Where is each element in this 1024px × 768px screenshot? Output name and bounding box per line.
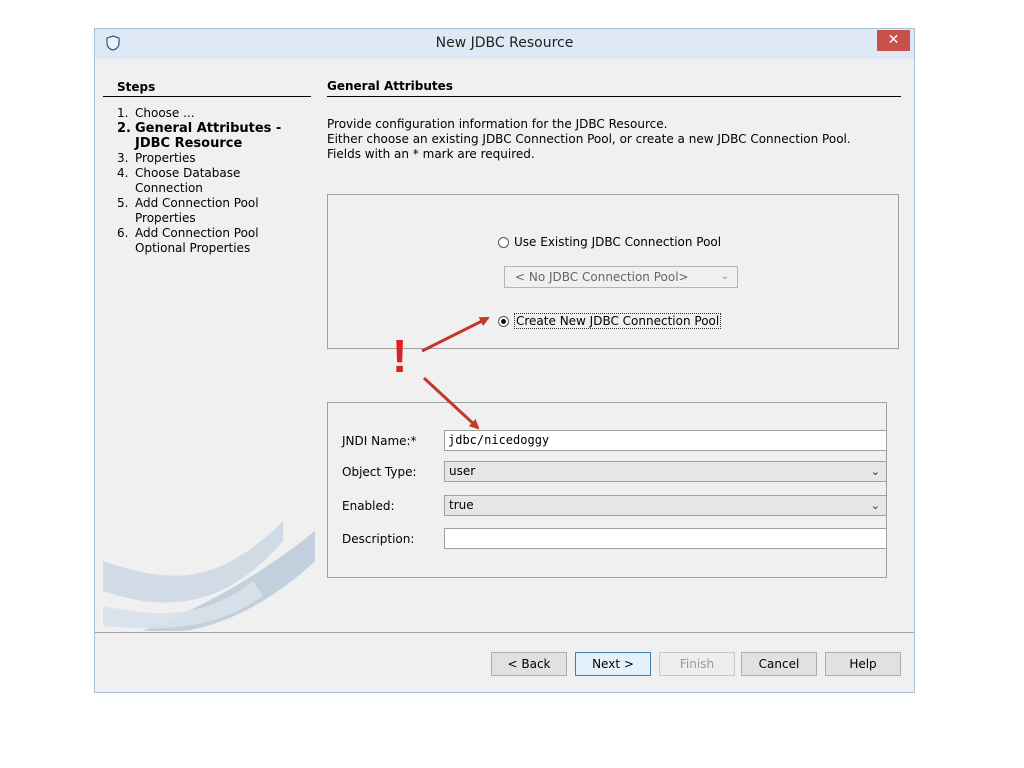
jndi-name-label: JNDI Name:* [342, 434, 417, 448]
radio-checked-icon [498, 315, 509, 327]
object-type-select[interactable]: user ⌄ [444, 461, 887, 482]
steps-pane: Steps 1. Choose ... 2. General Attributes … [103, 65, 315, 631]
step-item: 5. Add Connection Pool Properties [117, 196, 259, 225]
jndi-name-input[interactable]: jdbc/nicedoggy [444, 430, 887, 451]
create-new-pool-radio[interactable]: Create New JDBC Connection Pool [498, 313, 722, 329]
wizard-decoration [103, 521, 315, 631]
radio-unchecked-icon [498, 236, 509, 248]
description-input[interactable] [444, 528, 887, 549]
connection-pool-group: Use Existing JDBC Connection Pool < No J… [327, 194, 899, 349]
description-text: Provide configuration information for th… [327, 117, 851, 161]
steps-heading: Steps [103, 65, 311, 97]
use-existing-pool-radio[interactable]: Use Existing JDBC Connection Pool [498, 235, 721, 249]
cancel-button[interactable]: Cancel [741, 652, 817, 676]
close-button[interactable]: ✕ [877, 30, 910, 51]
title-bar: New JDBC Resource ✕ [95, 29, 914, 59]
object-type-label: Object Type: [342, 465, 417, 479]
content-pane: General Attributes Provide configuration… [327, 65, 901, 631]
step-item: 4. Choose Database Connection [117, 166, 241, 195]
step-item: 3. Properties [117, 151, 196, 165]
step-item-current: 2. General Attributes - JDBC Resource [117, 121, 282, 151]
steps-list: 1. Choose ... 2. General Attributes - JDBC… [117, 106, 315, 256]
content-heading: General Attributes [327, 65, 901, 97]
description-label: Description: [342, 532, 415, 546]
button-bar-separator [95, 632, 914, 633]
finish-button: Finish [659, 652, 735, 676]
window-title: New JDBC Resource [435, 35, 574, 51]
enabled-select[interactable]: true ⌄ [444, 495, 887, 516]
enabled-label: Enabled: [342, 499, 395, 513]
help-button[interactable]: Help [825, 652, 901, 676]
chevron-down-icon: ⌄ [870, 499, 880, 512]
chevron-down-icon: ⌄ [870, 465, 880, 478]
wizard-window: New JDBC Resource ✕ Steps 1. Choose ... 2… [94, 28, 915, 693]
existing-pool-select: < No JDBC Connection Pool> ⌄ [504, 266, 738, 288]
step-item: 1. Choose ... [117, 106, 195, 120]
step-item: 6. Add Connection Pool Optional Propertie… [117, 226, 259, 255]
next-button[interactable]: Next > [575, 652, 651, 676]
resource-fields-group: JNDI Name:* jdbc/nicedoggy Object Type: … [327, 402, 887, 578]
back-button[interactable]: < Back [491, 652, 567, 676]
chevron-down-icon: ⌄ [720, 271, 729, 282]
